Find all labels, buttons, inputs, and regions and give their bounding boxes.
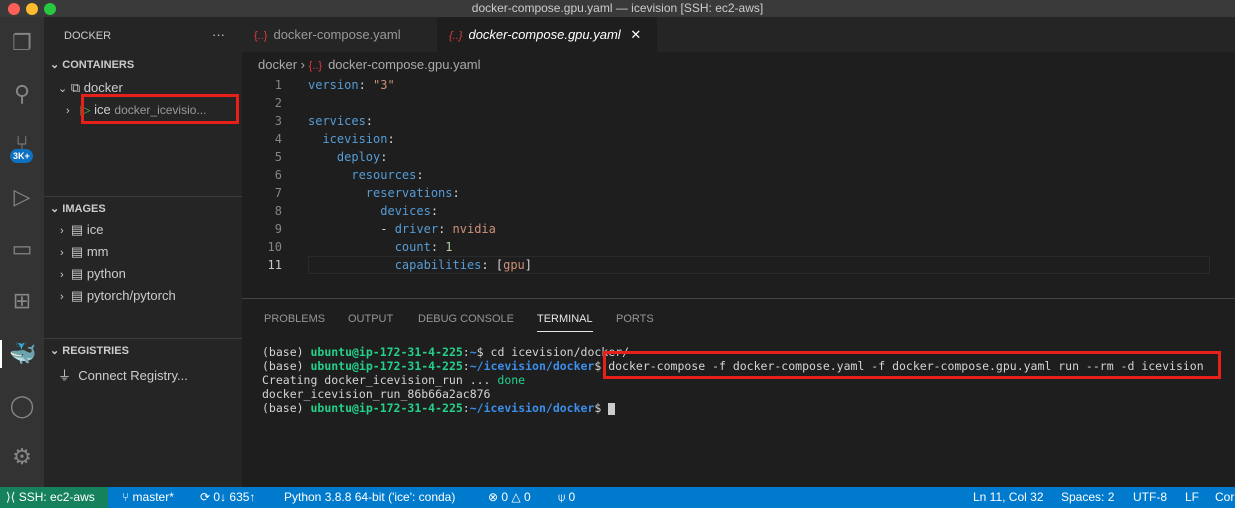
language-mode[interactable]: Cor [1215, 487, 1234, 508]
terminal-line: Creating docker_icevision_run ... done [262, 373, 526, 387]
code-line: devices: [380, 204, 439, 218]
current-line-highlight [308, 256, 1210, 274]
tab-docker-compose-yaml[interactable]: {..} docker-compose.yaml [242, 17, 437, 52]
python-interpreter[interactable]: Python 3.8.8 64-bit ('ice': conda) [284, 487, 455, 508]
image-icon: ▤ [70, 222, 84, 237]
line-number: 11 [267, 258, 282, 272]
image-item[interactable]: › ▤ pytorch/pytorch [60, 288, 176, 304]
tab-terminal[interactable]: TERMINAL [537, 313, 593, 332]
sidebar-title: DOCKER [64, 30, 112, 42]
line-number: 6 [274, 168, 282, 182]
docker-icon[interactable]: 🐳 [0, 340, 44, 368]
git-sync[interactable]: ⟳ 0↓ 635↑ [200, 487, 255, 508]
tab-problems[interactable]: PROBLEMS [264, 313, 325, 325]
image-icon: ▤ [70, 288, 84, 303]
tab-docker-compose-gpu-yaml[interactable]: {..} docker-compose.gpu.yaml ✕ [437, 17, 657, 52]
search-icon[interactable]: ⚲ [8, 80, 36, 108]
breadcrumb: docker › {..} docker-compose.gpu.yaml [258, 57, 481, 72]
line-number: 5 [274, 150, 282, 164]
line-number: 7 [274, 186, 282, 200]
yaml-icon: {..} [449, 30, 463, 42]
explorer-icon[interactable]: ❐ [8, 29, 36, 57]
highlight-box [603, 351, 1221, 379]
account-icon[interactable]: ◯ [8, 392, 36, 420]
yaml-icon: {..} [254, 30, 268, 42]
close-tab-icon[interactable]: ✕ [630, 27, 641, 42]
image-item[interactable]: › ▤ mm [60, 244, 109, 260]
docker-sidebar: DOCKER ··· ⌄ CONTAINERS ⌄ ⧉ docker › ▷ i… [44, 17, 242, 487]
ports-count[interactable]: ⍦ 0 [558, 487, 575, 508]
terminal-line: (base) ubuntu@ip-172-31-4-225:~$ cd icev… [262, 345, 629, 359]
breadcrumb-file[interactable]: docker-compose.gpu.yaml [328, 57, 480, 72]
line-number: 3 [274, 114, 282, 128]
problems-count[interactable]: ⊗ 0 △ 0 [488, 487, 531, 508]
code-line: deploy: [336, 150, 388, 164]
registries-section-header[interactable]: ⌄ REGISTRIES [50, 344, 129, 357]
code-line: - driver: nvidia [308, 222, 496, 236]
image-item[interactable]: › ▤ python [60, 266, 126, 282]
editor-tabs: {..} docker-compose.yaml {..} docker-compo… [242, 17, 1235, 52]
line-number: 10 [267, 240, 282, 254]
encoding[interactable]: UTF-8 [1133, 487, 1167, 508]
settings-gear-icon[interactable]: ⚙ [8, 443, 36, 471]
close-window-button[interactable] [8, 3, 20, 15]
tab-debug-console[interactable]: DEBUG CONSOLE [418, 313, 514, 325]
line-number: 2 [274, 96, 282, 110]
title-bar: docker-compose.gpu.yaml — icevision [SSH… [0, 0, 1235, 17]
code-line: resources: [351, 168, 424, 182]
run-debug-icon[interactable]: ▷ [8, 183, 36, 211]
line-number: 4 [274, 132, 282, 146]
terminal-cursor [608, 402, 616, 415]
breadcrumb-folder[interactable]: docker [258, 57, 297, 72]
connect-registry-item[interactable]: ⏚ Connect Registry... [58, 365, 188, 384]
minimize-window-button[interactable] [26, 3, 38, 15]
yaml-icon: {..} [308, 60, 323, 72]
plug-icon: ⏚ [58, 368, 72, 383]
status-bar: ⟩⟨ SSH: ec2-aws ⑂ master* ⟳ 0↓ 635↑ Pyth… [0, 487, 1235, 508]
code-line: count: 1 [394, 240, 453, 254]
code-line: version: "3" [308, 78, 395, 92]
extensions-icon[interactable]: ⊞ [8, 287, 36, 315]
group-icon: ⧉ [70, 80, 81, 95]
tab-ports[interactable]: PORTS [616, 313, 654, 325]
image-icon: ▤ [70, 244, 84, 259]
indentation[interactable]: Spaces: 2 [1061, 487, 1114, 508]
image-item[interactable]: › ▤ ice [60, 222, 103, 238]
more-actions-button[interactable]: ··· [212, 27, 225, 42]
remote-explorer-icon[interactable]: ▭ [8, 235, 36, 263]
terminal-line: docker_icevision_run_86b66a2ac876 [262, 387, 491, 401]
activity-bar: ❐ ⚲ ⑂ 3K+ ▷ ▭ ⊞ 🐳 ◯ ⚙ [0, 17, 44, 487]
tab-output[interactable]: OUTPUT [348, 313, 393, 325]
code-line: services: [308, 114, 374, 128]
code-line: icevision: [322, 132, 395, 146]
image-icon: ▤ [70, 266, 84, 281]
images-section-header[interactable]: ⌄ IMAGES [50, 202, 106, 215]
line-number: 1 [274, 78, 282, 92]
remote-indicator[interactable]: ⟩⟨ SSH: ec2-aws [0, 487, 108, 508]
line-number: 9 [274, 222, 282, 236]
containers-section-header[interactable]: ⌄ CONTAINERS [50, 58, 134, 71]
cursor-position[interactable]: Ln 11, Col 32 [973, 487, 1044, 508]
code-line: reservations: [365, 186, 460, 200]
source-control-badge: 3K+ [10, 149, 33, 163]
terminal-line: (base) ubuntu@ip-172-31-4-225:~/icevisio… [262, 401, 616, 415]
line-ending[interactable]: LF [1185, 487, 1199, 508]
git-branch[interactable]: ⑂ master* [122, 487, 174, 508]
highlight-box [81, 94, 239, 124]
line-number: 8 [274, 204, 282, 218]
window-title: docker-compose.gpu.yaml — icevision [SSH… [471, 1, 764, 15]
maximize-window-button[interactable] [44, 3, 56, 15]
